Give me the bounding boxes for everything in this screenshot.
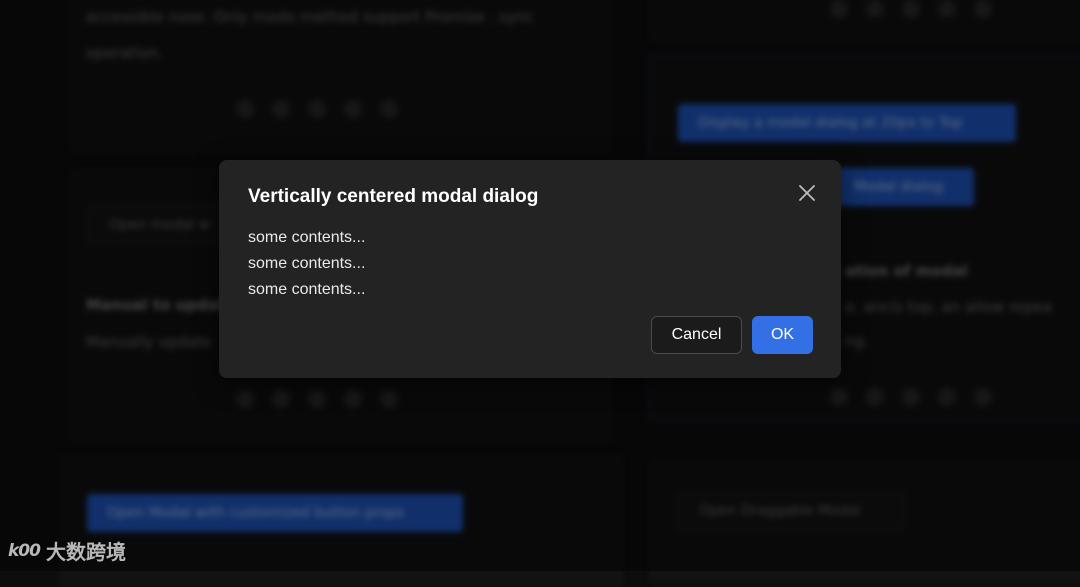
modal-content-line: some contents... bbox=[248, 255, 366, 272]
watermark-text: 大数跨境 bbox=[45, 540, 126, 564]
modal-content-line: some contents... bbox=[248, 281, 366, 298]
modal-body: some contents... some contents... some c… bbox=[248, 225, 365, 303]
cancel-button[interactable]: Cancel bbox=[651, 316, 742, 354]
ok-button[interactable]: OK bbox=[752, 316, 813, 354]
watermark: k00 大数跨境 bbox=[8, 536, 126, 565]
modal-dialog: Vertically centered modal dialog some co… bbox=[219, 160, 841, 378]
close-icon[interactable] bbox=[796, 182, 818, 204]
watermark-logo: k00 bbox=[8, 540, 41, 561]
modal-content-line: some contents... bbox=[248, 229, 366, 246]
modal-title: Vertically centered modal dialog bbox=[248, 186, 539, 207]
